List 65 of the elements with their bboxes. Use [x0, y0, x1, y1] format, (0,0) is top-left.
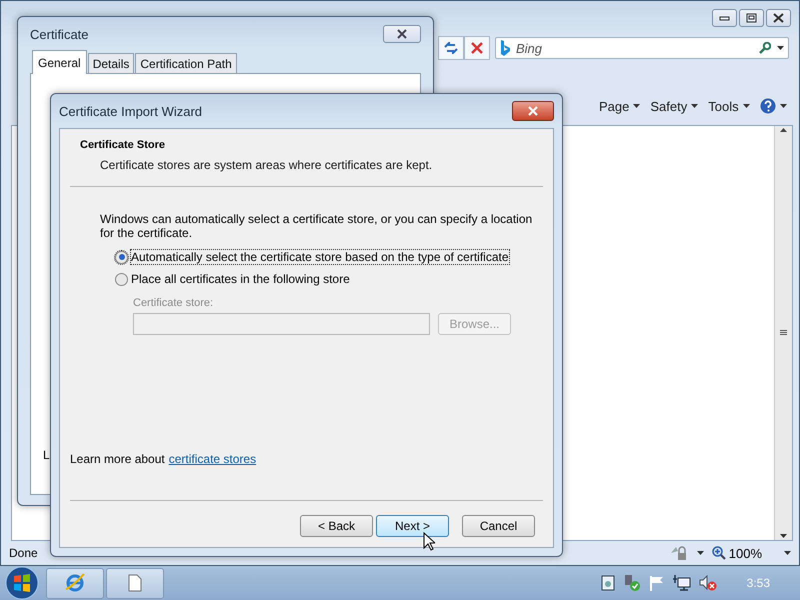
- tab[interactable]: Details: [88, 53, 134, 73]
- browser-icon: [64, 572, 86, 594]
- search-icon: [759, 42, 771, 54]
- intro-text: Windows can automatically select a certificate store, or you can specify a location for the certificate.: [100, 212, 533, 240]
- speaker-muted-icon[interactable]: [698, 575, 717, 591]
- help-text: Learn more about: [70, 452, 165, 466]
- tab[interactable]: Certification Path: [135, 53, 237, 73]
- close-button[interactable]: [383, 25, 421, 43]
- caret-icon[interactable]: [696, 551, 704, 555]
- scroll-grip-icon: [780, 330, 787, 336]
- help-link[interactable]: certificate stores: [168, 452, 256, 466]
- close-icon: [396, 29, 408, 39]
- maximize-icon: [746, 13, 757, 23]
- caret-icon: [742, 104, 750, 108]
- zoom-icon: [712, 546, 726, 560]
- dialog-title: Certificate: [30, 26, 89, 42]
- scroll-down-icon[interactable]: [780, 534, 787, 538]
- zoom-level[interactable]: 100%: [712, 546, 762, 560]
- wizard-button[interactable]: Next >: [376, 515, 449, 537]
- field-label: Certificate store:: [133, 297, 214, 309]
- bing-logo-icon: [500, 40, 510, 56]
- caret-icon: [780, 104, 787, 108]
- help-icon: [760, 98, 776, 114]
- caret-icon: [633, 104, 640, 108]
- maximize-button[interactable]: [739, 9, 764, 27]
- section-description: Certificate stores are system areas where certificates are kept.: [100, 158, 434, 172]
- stop-button[interactable]: [464, 36, 490, 60]
- scroll-up-icon[interactable]: [780, 128, 787, 132]
- refresh-button[interactable]: [438, 36, 464, 60]
- partial-text: L: [43, 448, 50, 462]
- lock-icon: [668, 545, 689, 561]
- close-icon: [527, 106, 539, 116]
- stop-icon: [471, 42, 483, 54]
- radio-option[interactable]: Place all certificates in the following store: [115, 272, 543, 286]
- tab[interactable]: General: [32, 50, 87, 74]
- menu-button[interactable]: Page: [599, 98, 640, 114]
- help-button[interactable]: [760, 98, 787, 114]
- dialog-title: Certificate Import Wizard: [59, 104, 202, 118]
- wizard-button[interactable]: < Back: [300, 515, 373, 537]
- cursor-icon: [423, 532, 435, 551]
- close-icon: [773, 13, 784, 23]
- menu-button[interactable]: Tools: [708, 98, 750, 114]
- menu-button[interactable]: Safety: [650, 98, 698, 114]
- caret-icon: [691, 104, 698, 108]
- document-tray-icon[interactable]: [600, 575, 615, 591]
- document-icon: [128, 574, 142, 592]
- radio-button[interactable]: [115, 272, 128, 286]
- taskbar-button[interactable]: [46, 568, 104, 598]
- close-button[interactable]: [512, 101, 554, 121]
- wizard-button[interactable]: Cancel: [462, 515, 535, 537]
- radio-option[interactable]: Automatically select the certificate store based on the type of certificate: [115, 250, 543, 264]
- caret-icon[interactable]: [784, 551, 791, 555]
- scrollbar[interactable]: [774, 126, 792, 540]
- minimize-icon: [719, 16, 730, 20]
- status-text: Done: [9, 546, 39, 560]
- caret-icon[interactable]: [777, 46, 784, 50]
- taskbar-button[interactable]: [106, 568, 164, 598]
- search-field[interactable]: Bing: [495, 37, 789, 59]
- refresh-icon: [444, 42, 458, 54]
- section-heading: Certificate Store: [80, 139, 166, 151]
- radio-button[interactable]: [115, 250, 128, 264]
- close-button[interactable]: [766, 9, 791, 27]
- shield-check-icon[interactable]: [622, 574, 641, 592]
- minimize-button[interactable]: [712, 9, 737, 27]
- network-icon[interactable]: [672, 575, 691, 591]
